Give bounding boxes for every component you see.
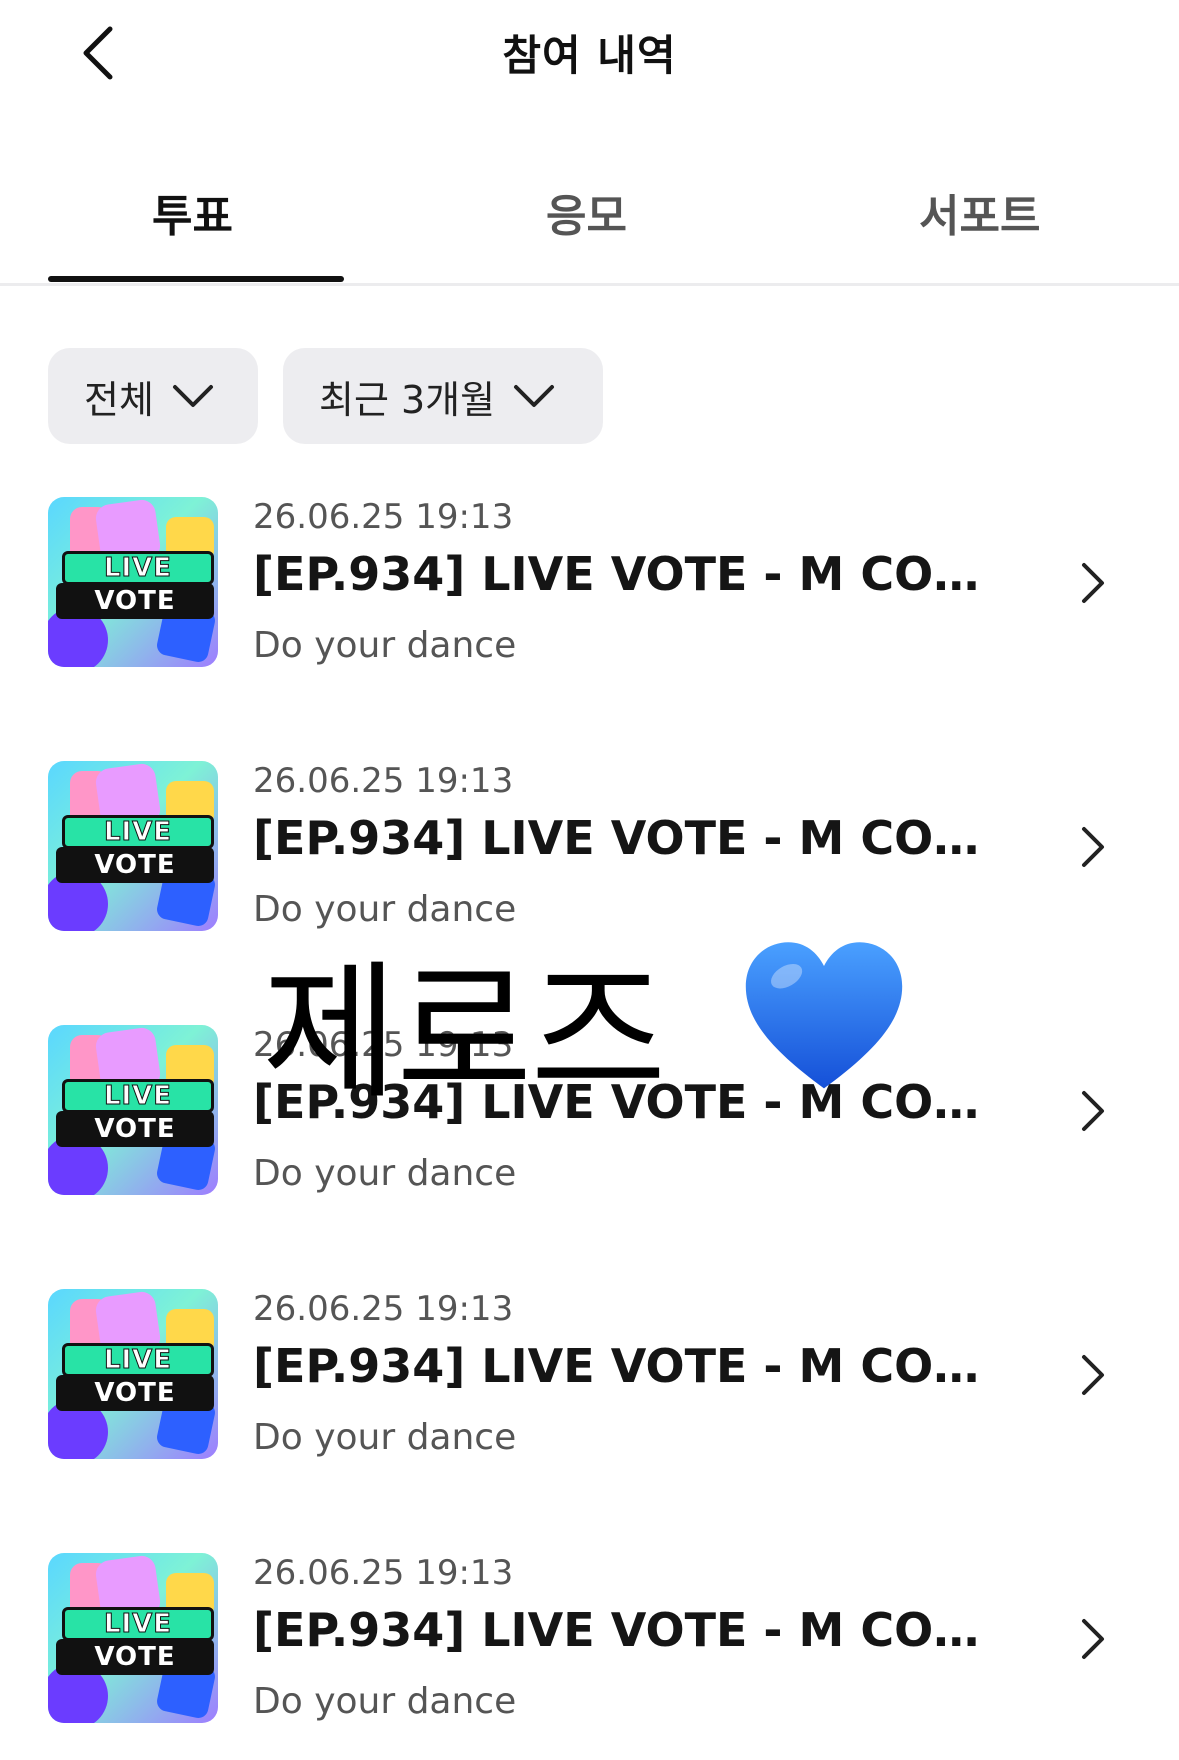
thumb-label-live: LIVE — [62, 1343, 214, 1377]
list-item[interactable]: LIVE VOTE 26.06.25 19:13 [EP.934] LIVE V… — [48, 761, 1131, 961]
participation-history-page: 참여 내역 투표 응모 서포트 전체 최근 3개월 LIVE VOTE 26.0… — [0, 0, 1179, 1760]
item-subtitle: Do your dance — [253, 625, 517, 666]
live-vote-thumbnail: LIVE VOTE — [48, 1289, 218, 1459]
list-item[interactable]: LIVE VOTE 26.06.25 19:13 [EP.934] LIVE V… — [48, 1289, 1131, 1489]
active-tab-indicator — [48, 276, 344, 282]
header: 참여 내역 — [0, 0, 1179, 110]
chevron-right-icon — [1073, 1347, 1113, 1403]
item-date: 26.06.25 19:13 — [253, 1553, 514, 1593]
live-vote-thumbnail: LIVE VOTE — [48, 761, 218, 931]
live-vote-thumbnail: LIVE VOTE — [48, 497, 218, 667]
chevron-down-icon — [172, 383, 214, 409]
item-date: 26.06.25 19:13 — [253, 1289, 514, 1329]
thumb-label-live: LIVE — [62, 815, 214, 849]
live-vote-thumbnail: LIVE VOTE — [48, 1553, 218, 1723]
item-subtitle: Do your dance — [253, 1681, 517, 1722]
period-filter-dropdown[interactable]: 최근 3개월 — [283, 348, 603, 444]
thumb-label-live: LIVE — [62, 1079, 214, 1113]
tab-vote[interactable]: 투표 — [152, 180, 233, 244]
tab-bar: 투표 응모 서포트 — [0, 160, 1179, 286]
list-item[interactable]: LIVE VOTE 26.06.25 19:13 [EP.934] LIVE V… — [48, 1553, 1131, 1753]
chevron-down-icon — [513, 383, 555, 409]
chevron-right-icon — [1073, 555, 1113, 611]
thumb-label-vote: VOTE — [56, 1375, 214, 1411]
thumb-label-vote: VOTE — [56, 583, 214, 619]
item-title: [EP.934] LIVE VOTE - M COUNTDOWN — [253, 1603, 1013, 1657]
thumb-label-live: LIVE — [62, 1607, 214, 1641]
item-date: 26.06.25 19:13 — [253, 761, 514, 801]
period-filter-label: 최근 3개월 — [319, 377, 496, 422]
thumb-label-live: LIVE — [62, 551, 214, 585]
type-filter-dropdown[interactable]: 전체 — [48, 348, 258, 444]
item-date: 26.06.25 19:13 — [253, 1025, 514, 1065]
item-title: [EP.934] LIVE VOTE - M COUNTDOWN — [253, 547, 1013, 601]
list-item[interactable]: LIVE VOTE 26.06.25 19:13 [EP.934] LIVE V… — [48, 1025, 1131, 1225]
item-date: 26.06.25 19:13 — [253, 497, 514, 537]
item-subtitle: Do your dance — [253, 1153, 517, 1194]
tab-entry[interactable]: 응모 — [546, 180, 627, 244]
item-subtitle: Do your dance — [253, 1417, 517, 1458]
item-title: [EP.934] LIVE VOTE - M COUNTDOWN — [253, 811, 1013, 865]
item-subtitle: Do your dance — [253, 889, 517, 930]
chevron-right-icon — [1073, 819, 1113, 875]
list-item[interactable]: LIVE VOTE 26.06.25 19:13 [EP.934] LIVE V… — [48, 497, 1131, 697]
page-title: 참여 내역 — [502, 31, 677, 80]
item-title: [EP.934] LIVE VOTE - M COUNTDOWN — [253, 1339, 1013, 1393]
type-filter-label: 전체 — [84, 377, 154, 422]
thumb-label-vote: VOTE — [56, 847, 214, 883]
live-vote-thumbnail: LIVE VOTE — [48, 1025, 218, 1195]
chevron-right-icon — [1073, 1083, 1113, 1139]
item-title: [EP.934] LIVE VOTE - M COUNTDOWN — [253, 1075, 1013, 1129]
chevron-right-icon — [1073, 1611, 1113, 1667]
thumb-label-vote: VOTE — [56, 1111, 214, 1147]
thumb-label-vote: VOTE — [56, 1639, 214, 1675]
tab-support[interactable]: 서포트 — [919, 180, 1040, 244]
